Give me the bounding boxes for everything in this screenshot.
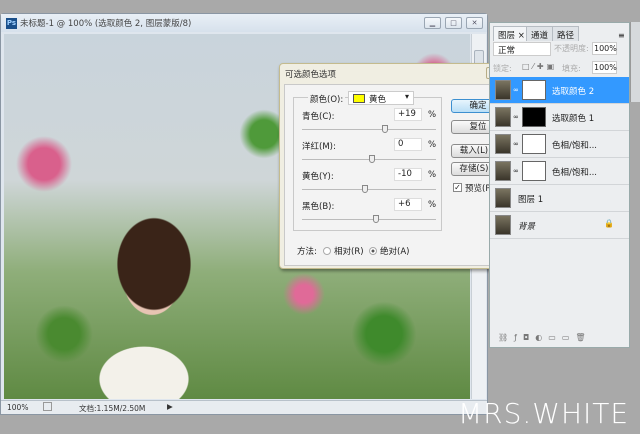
slider-track[interactable]	[302, 155, 436, 163]
blend-mode-select[interactable]: 正常	[493, 42, 551, 56]
link-icon[interactable]: ∞	[513, 113, 519, 121]
chevron-down-icon: ▾	[405, 92, 410, 101]
slider-label: 黄色(Y):	[302, 172, 334, 182]
close-button[interactable]: ✕	[466, 17, 483, 29]
absolute-radio[interactable]	[369, 247, 377, 255]
link-icon[interactable]: ∞	[513, 167, 519, 175]
minimize-button[interactable]: ▁	[424, 17, 441, 29]
dialog-body: 颜色(O): 黄色 ▾ 青色(C): +19 % 洋红(M): 0 % 黄色(Y…	[284, 84, 512, 266]
opacity-label: 不透明度:	[554, 44, 589, 53]
lock-label: 锁定:	[493, 64, 512, 73]
slider-value-input[interactable]: +6	[394, 198, 422, 211]
percent-label: %	[428, 140, 437, 150]
fill-input[interactable]: 100%	[592, 61, 617, 74]
panel-dock-strip[interactable]	[630, 22, 640, 102]
watermark: MRS.WHITE	[458, 397, 630, 430]
blend-mode-value: 正常	[498, 46, 516, 56]
layer-name: 色相/饱和...	[552, 168, 597, 178]
slider-label: 青色(C):	[302, 112, 335, 122]
slider-thumb[interactable]	[381, 125, 388, 133]
layer-thumbnail	[495, 107, 511, 127]
tab-layers-label: 图层	[498, 31, 516, 41]
maximize-button[interactable]: □	[445, 17, 462, 29]
slider-thumb[interactable]	[373, 215, 380, 223]
dialog-title: 可选颜色选项	[285, 70, 337, 80]
layer-mask-thumbnail[interactable]	[522, 161, 546, 181]
layer-row[interactable]: ∞ 色相/饱和...	[490, 131, 629, 158]
relative-radio[interactable]	[323, 247, 331, 255]
slider-value-input[interactable]: -10	[394, 168, 422, 181]
document-title: 未标题-1 @ 100% (选取颜色 2, 图层蒙版/8)	[20, 19, 192, 29]
layer-thumbnail	[495, 215, 511, 235]
yellow-swatch	[353, 94, 365, 103]
slider-thumb[interactable]	[362, 185, 369, 193]
doc-size: 文档:1.15M/2.50M	[79, 404, 146, 413]
percent-label: %	[428, 200, 437, 210]
slider-track[interactable]	[302, 125, 436, 133]
tab-layers[interactable]: 图层 ×	[493, 26, 530, 41]
slider-label: 洋红(M):	[302, 142, 336, 152]
preview-checkbox[interactable]: ✓	[453, 183, 462, 192]
slider-track[interactable]	[302, 185, 436, 193]
layers-panel: 图层 × 通道 路径 ≡ 正常 不透明度: 100% 锁定: □⁄✚▣ 填充: …	[489, 22, 630, 348]
layer-name: 图层 1	[518, 195, 544, 205]
layer-name: 背景	[518, 222, 536, 232]
absolute-label: 绝对(A)	[380, 247, 410, 257]
lock-icon: 🔒	[604, 219, 614, 228]
layer-name: 色相/饱和...	[552, 141, 597, 151]
slider-value-input[interactable]: 0	[394, 138, 422, 151]
layer-row[interactable]: ∞ 选取颜色 2	[490, 77, 629, 104]
link-icon[interactable]: ∞	[513, 86, 519, 94]
layer-name: 选取颜色 2	[552, 87, 595, 97]
opacity-input[interactable]: 100%	[592, 42, 617, 55]
color-select[interactable]: 黄色 ▾	[348, 91, 414, 105]
slider-thumb[interactable]	[369, 155, 375, 163]
zoom-level[interactable]: 100%	[7, 403, 28, 412]
layer-mask-thumbnail[interactable]	[522, 134, 546, 154]
tab-paths[interactable]: 路径	[552, 26, 580, 41]
layer-thumbnail	[495, 80, 511, 100]
link-icon[interactable]: ∞	[513, 140, 519, 148]
layer-mask-thumbnail[interactable]	[522, 80, 546, 100]
lock-options-icons[interactable]: □⁄✚▣	[522, 62, 557, 71]
tab-channels[interactable]: 通道	[526, 26, 554, 41]
percent-label: %	[428, 170, 437, 180]
zoom-icon[interactable]	[43, 402, 52, 411]
percent-label: %	[428, 110, 437, 120]
color-label: 颜色(O):	[308, 93, 346, 105]
layer-thumbnail	[495, 134, 511, 154]
fill-label: 填充:	[562, 64, 581, 73]
method-label: 方法:	[297, 247, 317, 257]
slider-track[interactable]	[302, 215, 436, 223]
slider-label: 黑色(B):	[302, 202, 335, 212]
slider-value-input[interactable]: +19	[394, 108, 422, 121]
panel-menu-icon[interactable]: ≡	[618, 31, 625, 40]
status-bar: 100% 文档:1.15M/2.50M ▶	[1, 400, 487, 414]
document-title-bar[interactable]: Ps 未标题-1 @ 100% (选取颜色 2, 图层蒙版/8)	[1, 14, 487, 32]
color-group: 颜色(O): 黄色 ▾ 青色(C): +19 % 洋红(M): 0 % 黄色(Y…	[293, 91, 442, 231]
relative-label: 相对(R)	[334, 247, 364, 257]
selective-color-dialog: 可选颜色选项 ✕ 颜色(O): 黄色 ▾ 青色(C): +19 % 洋红(M):…	[279, 63, 517, 269]
status-menu-arrow-icon[interactable]: ▶	[167, 402, 173, 411]
layer-row[interactable]: ∞ 选取颜色 1	[490, 104, 629, 131]
layer-name: 选取颜色 1	[552, 114, 595, 124]
layer-thumbnail	[495, 188, 511, 208]
layer-mask-thumbnail[interactable]	[522, 107, 546, 127]
color-value: 黄色	[369, 95, 387, 105]
layer-thumbnail	[495, 161, 511, 181]
layer-row[interactable]: ∞ 色相/饱和...	[490, 158, 629, 185]
layer-row[interactable]: 图层 1	[490, 185, 629, 212]
photoshop-icon: Ps	[6, 17, 17, 29]
layer-footer-toolbar[interactable]: ⛓ƒ◘◐▭▭🗑	[490, 333, 629, 347]
layer-row[interactable]: 背景 🔒	[490, 212, 629, 239]
